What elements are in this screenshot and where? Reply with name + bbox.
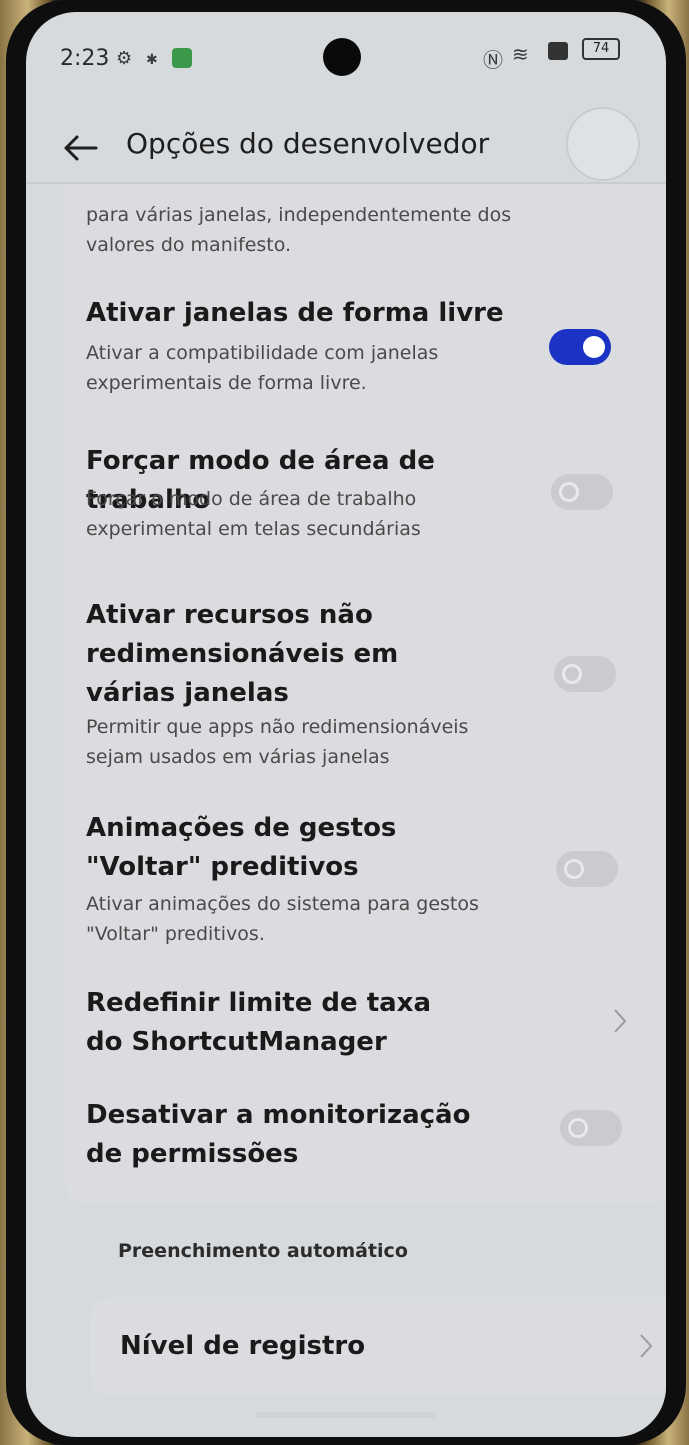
setting-row-freeform[interactable]: Ativar janelas de forma livre Ativar a c… <box>64 294 666 414</box>
setting-title: Desativar a monitorização de permissões <box>86 1100 471 1169</box>
chevron-right-icon <box>640 1334 653 1358</box>
status-time: 2:23 <box>60 46 110 71</box>
setting-subtitle: Ativar animações do sistema para gestos … <box>86 893 479 945</box>
setting-title: Redefinir limite de taxa do ShortcutMana… <box>86 988 431 1057</box>
setting-row-permission-monitoring[interactable]: Desativar a monitorização de permissões <box>64 1096 666 1186</box>
setting-title: Animações de gestos "Voltar" preditivos <box>86 813 397 882</box>
sim-icon <box>548 42 568 60</box>
avatar[interactable] <box>566 107 640 181</box>
toggle-permission-monitoring[interactable] <box>560 1110 622 1146</box>
toggle-knob <box>564 859 584 879</box>
setting-title: Ativar recursos não redimensionáveis em … <box>86 600 399 708</box>
front-camera <box>323 38 361 76</box>
setting-title: Nível de registro <box>120 1331 366 1361</box>
wifi-icon: ≋ <box>512 42 529 66</box>
toggle-knob <box>559 482 579 502</box>
setting-subtitle: Ativar a compatibilidade com janelas exp… <box>86 342 439 394</box>
toggle-knob <box>583 336 605 358</box>
section-header-autofill: Preenchimento automático <box>118 1240 408 1262</box>
app-bar: Opções do desenvolvedor <box>26 107 666 187</box>
settings-status-icon: ⚙ <box>116 48 133 69</box>
toggle-desktop-mode[interactable] <box>551 474 613 510</box>
setting-row-desktop-mode[interactable]: Forçar modo de área de trabalho Forçar o… <box>64 442 666 552</box>
setting-subtitle: Permitir que apps não redimensionáveis s… <box>86 716 469 768</box>
setting-row-non-resizable[interactable]: Ativar recursos não redimensionáveis em … <box>64 596 666 768</box>
toggle-knob <box>568 1118 588 1138</box>
gesture-nav-bar[interactable] <box>256 1412 436 1418</box>
setting-row-shortcut-manager[interactable]: Redefinir limite de taxa do ShortcutMana… <box>64 984 666 1074</box>
setting-subtitle: Forçar o modo de área de trabalho experi… <box>86 488 421 540</box>
setting-row-log-level[interactable]: Nível de registro <box>90 1297 666 1397</box>
bug-status-icon: ✱ <box>146 52 158 68</box>
toggle-predictive-back[interactable] <box>556 851 618 887</box>
phone-body: 2:23 ⚙ ✱ Ⓝ ≋ 74 Opções do desenvolvedor … <box>6 0 686 1445</box>
nfc-icon: Ⓝ <box>483 48 503 72</box>
arrow-left-icon[interactable] <box>62 133 98 163</box>
setting-title: Ativar janelas de forma livre <box>86 298 504 328</box>
page-title: Opções do desenvolvedor <box>126 127 490 160</box>
app-status-icon <box>172 48 192 68</box>
battery-icon: 74 <box>582 38 620 60</box>
partial-description: para várias janelas, independentemente d… <box>86 204 512 256</box>
toggle-non-resizable[interactable] <box>554 656 616 692</box>
toggle-freeform-windows[interactable] <box>549 329 611 365</box>
screen: 2:23 ⚙ ✱ Ⓝ ≋ 74 Opções do desenvolvedor … <box>26 12 666 1437</box>
toggle-knob <box>562 664 582 684</box>
setting-row-predictive-back[interactable]: Animações de gestos "Voltar" preditivos … <box>64 809 666 945</box>
settings-card: para várias janelas, independentemente d… <box>64 184 666 1204</box>
chevron-right-icon <box>614 1009 627 1033</box>
status-bar: 2:23 ⚙ ✱ Ⓝ ≋ 74 <box>26 12 666 102</box>
